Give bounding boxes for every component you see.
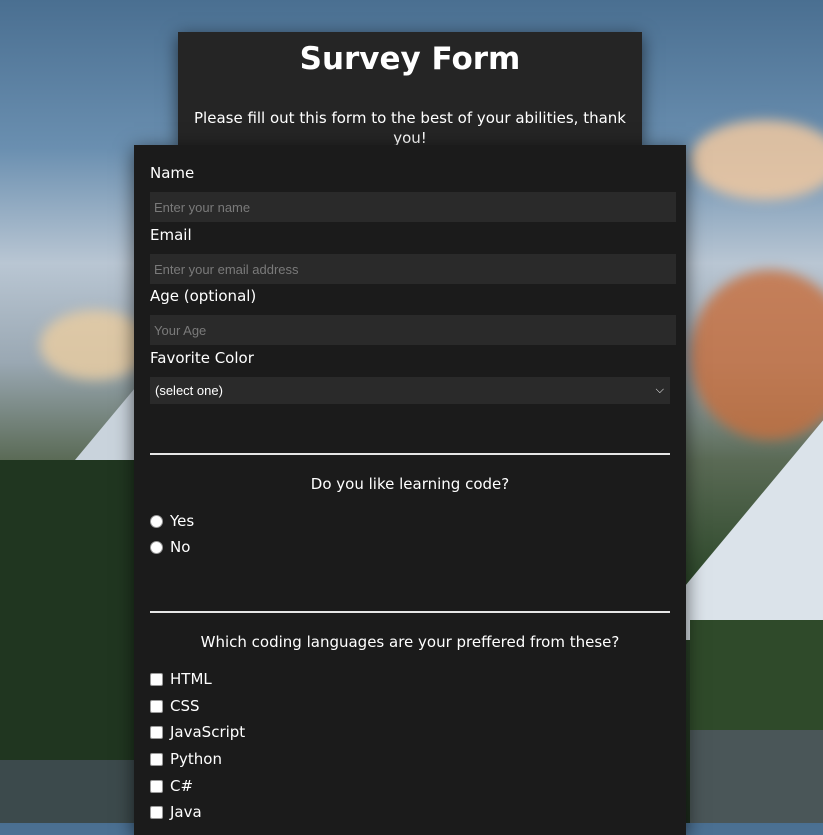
email-label: Email (150, 226, 192, 244)
checkbox-unchecked-icon[interactable] (150, 779, 163, 793)
checkbox-option-javascript[interactable]: JavaScript (150, 722, 245, 742)
radio-option-yes[interactable]: Yes (150, 511, 194, 531)
checkbox-label-javascript: JavaScript (170, 723, 246, 741)
checkbox-option-html[interactable]: HTML (150, 669, 212, 689)
survey-form: Name Email Age (optional) Favorite Color… (134, 145, 686, 835)
form-description: Please fill out this form to the best of… (194, 109, 626, 147)
favorite-color-select[interactable]: (select one) ⌵ (150, 377, 670, 404)
page-title: Survey Form (299, 41, 521, 77)
age-input[interactable] (150, 315, 676, 345)
checkbox-option-java[interactable]: Java (150, 802, 202, 822)
radio-unchecked-icon[interactable] (150, 514, 163, 528)
checkbox-label-java: Java (170, 803, 202, 821)
radio-label-yes: Yes (170, 512, 195, 530)
roof-left (0, 760, 150, 823)
checkbox-option-css[interactable]: CSS (150, 696, 200, 716)
survey-header: Survey Form Please fill out this form to… (178, 32, 642, 147)
checkbox-unchecked-icon[interactable] (150, 725, 163, 739)
email-input[interactable] (150, 254, 676, 284)
checkbox-unchecked-icon[interactable] (150, 805, 163, 819)
name-label: Name (150, 164, 195, 182)
radio-unchecked-icon[interactable] (150, 540, 163, 554)
checkbox-unchecked-icon[interactable] (150, 699, 163, 713)
section-divider (150, 453, 670, 455)
cloud-right (690, 120, 823, 200)
radio-option-no[interactable]: No (150, 537, 190, 557)
checkbox-unchecked-icon[interactable] (150, 752, 163, 766)
languages-question: Which coding languages are your preffere… (200, 633, 620, 651)
checkbox-label-html: HTML (170, 670, 212, 688)
checkbox-option-python[interactable]: Python (150, 749, 222, 769)
learning-question: Do you like learning code? (310, 475, 510, 493)
checkbox-label-python: Python (170, 750, 222, 768)
name-input[interactable] (150, 192, 676, 222)
favorite-color-label: Favorite Color (150, 349, 254, 367)
checkbox-unchecked-icon[interactable] (150, 672, 163, 686)
roof-right (690, 730, 823, 823)
radio-label-no: No (170, 538, 191, 556)
checkbox-label-csharp: C# (170, 777, 194, 795)
favorite-color-selected-value: (select one) (155, 383, 223, 398)
checkbox-option-csharp[interactable]: C# (150, 776, 193, 796)
chevron-down-icon: ⌵ (655, 384, 664, 396)
age-label: Age (optional) (150, 287, 257, 305)
section-divider (150, 611, 670, 613)
checkbox-label-css: CSS (170, 697, 200, 715)
